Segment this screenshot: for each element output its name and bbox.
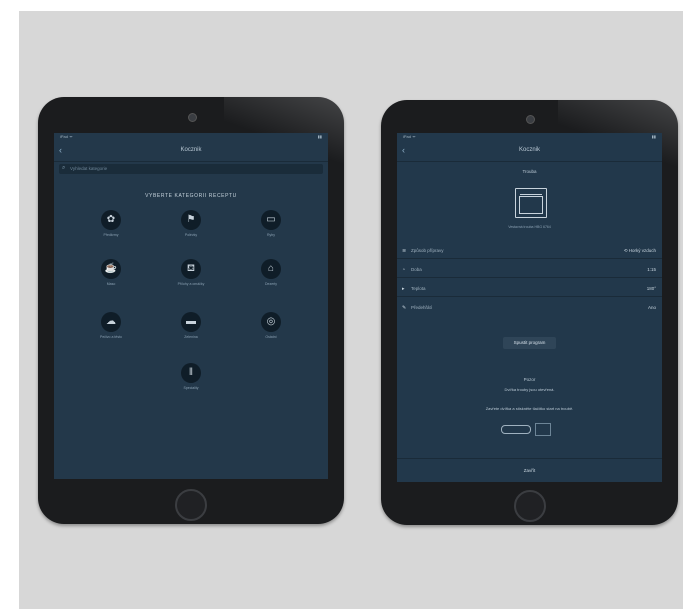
category-item[interactable]: ⛾ Přílohy a omáčky bbox=[169, 259, 213, 286]
battery-icon: ▮▮ bbox=[651, 134, 656, 139]
category-item[interactable]: ☕ Maso bbox=[89, 259, 133, 286]
setting-label: Způsob přípravy bbox=[411, 248, 444, 253]
pot-icon: ▬ bbox=[181, 312, 201, 332]
status-carrier: iPad ᯤ bbox=[60, 134, 73, 139]
category-item[interactable]: ✿ Předkrmy bbox=[89, 210, 133, 237]
setting-value: 180° bbox=[646, 286, 656, 291]
pan-icon: ▭ bbox=[261, 210, 281, 230]
bread-icon: ☁ bbox=[101, 312, 121, 332]
setting-label: Doba bbox=[411, 267, 422, 272]
search-placeholder: Vyhledat kategorie bbox=[70, 166, 108, 171]
category-label: Zelenina bbox=[184, 335, 198, 339]
category-heading: VYBERTE KATEGORII RECEPTU bbox=[145, 193, 237, 199]
category-label: Speciality bbox=[183, 386, 199, 390]
search-input[interactable]: ⌕ Vyhledat kategorie bbox=[59, 164, 323, 174]
thermometer-icon: ▸ bbox=[402, 286, 405, 292]
camera-icon bbox=[526, 115, 535, 124]
cake-icon: ⌂ bbox=[261, 259, 281, 279]
timer-icon: ◔ bbox=[402, 267, 406, 273]
setting-row-temperature[interactable]: ▸ Teplota 180° bbox=[397, 282, 662, 297]
flag-icon: ⚑ bbox=[181, 210, 201, 230]
setting-row-time[interactable]: ◔ Doba 1:15 bbox=[397, 263, 662, 278]
setting-label: Předehřátí bbox=[411, 305, 433, 310]
category-item[interactable]: ☁ Pečivo a těsto bbox=[89, 312, 133, 339]
bottle-icon: ⛾ bbox=[181, 259, 201, 279]
nav-bar: ‹ Kocznik bbox=[54, 141, 328, 162]
category-label: Ostatní bbox=[265, 335, 277, 339]
note-title: Pozor bbox=[523, 377, 536, 382]
category-label: Přílohy a omáčky bbox=[177, 282, 205, 286]
right-tablet: iPad ᯤ ▮▮ ‹ Kocznik Trouba Vestavná trou… bbox=[381, 100, 678, 525]
note-line: Zavřete dvířka a stiskněte tlačítko star… bbox=[485, 406, 574, 411]
oven-model: Vestavná trouba HBG 6764 bbox=[508, 225, 551, 229]
setting-value: Ano bbox=[647, 305, 656, 310]
oven-icon bbox=[515, 188, 547, 218]
note-line: Dvířka trouby jsou otevřená. bbox=[504, 387, 555, 392]
category-item[interactable]: ◎ Ostatní bbox=[249, 312, 293, 339]
category-label: Dezerty bbox=[264, 282, 278, 286]
home-button[interactable] bbox=[514, 490, 546, 522]
oven-panel bbox=[520, 191, 542, 195]
right-screen: iPad ᯤ ▮▮ ‹ Kocznik Trouba Vestavná trou… bbox=[397, 133, 662, 482]
steam-icon: ≋ bbox=[402, 248, 407, 254]
door-illustration bbox=[501, 425, 531, 434]
category-label: Maso bbox=[106, 282, 116, 286]
status-bar: iPad ᯤ ▮▮ bbox=[54, 133, 328, 141]
setting-value: ⟲ Horký vzduch bbox=[623, 248, 656, 253]
setting-row-preheat[interactable]: ✎ Předehřátí Ano bbox=[397, 301, 662, 315]
close-button[interactable]: Zavřít bbox=[397, 458, 662, 482]
oven-door bbox=[519, 196, 543, 214]
status-bar: iPad ᯤ ▮▮ bbox=[397, 133, 662, 141]
status-carrier: iPad ᯤ bbox=[403, 134, 416, 139]
home-button[interactable] bbox=[175, 489, 207, 521]
setting-label: Teplota bbox=[411, 286, 426, 291]
category-label: Pečivo a těsto bbox=[100, 335, 122, 339]
category-label: Polévky bbox=[184, 233, 198, 237]
bowl-icon: ◎ bbox=[261, 312, 281, 332]
category-item[interactable]: ▬ Zelenina bbox=[169, 312, 213, 339]
category-item[interactable]: ⚑ Polévky bbox=[169, 210, 213, 237]
category-item[interactable]: ⌂ Dezerty bbox=[249, 259, 293, 286]
left-screen: iPad ᯤ ▮▮ ‹ Kocznik ⌕ Vyhledat kategorie… bbox=[54, 133, 328, 479]
search-icon: ⌕ bbox=[62, 165, 66, 171]
oven-illustration bbox=[535, 423, 551, 436]
setting-value: 1:15 bbox=[647, 267, 656, 272]
left-tablet: iPad ᯤ ▮▮ ‹ Kocznik ⌕ Vyhledat kategorie… bbox=[38, 97, 344, 524]
category-label: Ryby bbox=[267, 233, 275, 237]
oven-caption: Trouba bbox=[522, 169, 537, 174]
category-item[interactable]: ǁ Speciality bbox=[169, 363, 213, 390]
camera-icon bbox=[188, 113, 197, 122]
cutlery-icon: ǁ bbox=[181, 363, 201, 383]
nav-bar: ‹ Kocznik bbox=[397, 141, 662, 162]
category-item[interactable]: ▭ Ryby bbox=[249, 210, 293, 237]
category-label: Předkrmy bbox=[103, 233, 119, 237]
page-title: Kocznik bbox=[180, 147, 202, 153]
start-program-button[interactable]: Spustit program bbox=[503, 337, 556, 349]
pencil-icon: ✎ bbox=[402, 305, 407, 311]
page-title: Kocznik bbox=[518, 147, 540, 153]
battery-icon: ▮▮ bbox=[317, 134, 322, 139]
mixer-icon: ✿ bbox=[101, 210, 121, 230]
cup-icon: ☕ bbox=[101, 259, 121, 279]
setting-row-mode[interactable]: ≋ Způsob přípravy ⟲ Horký vzduch bbox=[397, 244, 662, 259]
